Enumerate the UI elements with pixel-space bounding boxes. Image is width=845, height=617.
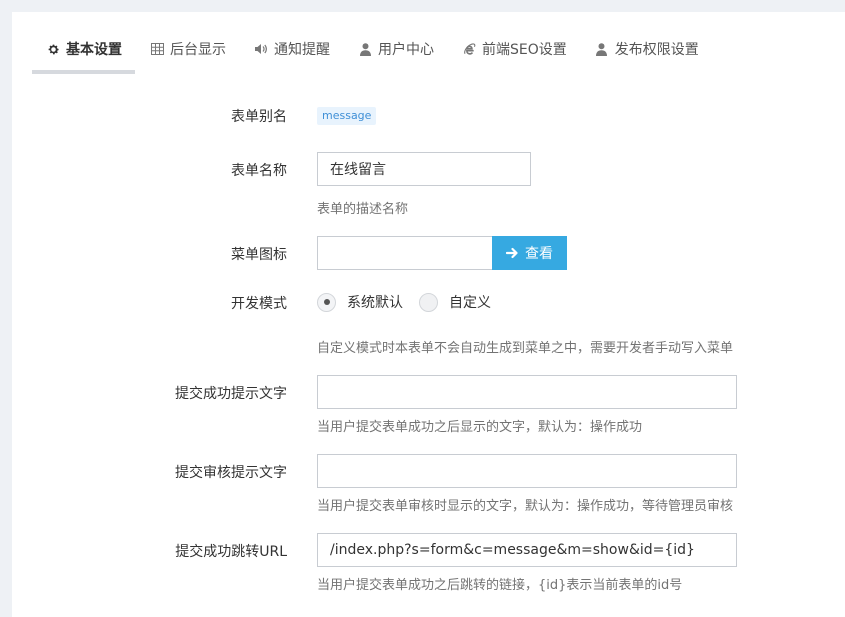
user-icon: [358, 42, 372, 56]
name-help: 表单的描述名称: [317, 202, 409, 217]
tab-notifications[interactable]: 通知提醒: [240, 36, 344, 62]
review-text-input[interactable]: [317, 454, 737, 488]
internet-explorer-icon: [462, 42, 476, 56]
tab-user-center[interactable]: 用户中心: [344, 36, 448, 62]
radio-label: 系统默认: [347, 295, 403, 311]
tab-label: 基本设置: [66, 42, 122, 58]
view-icons-button[interactable]: 查看: [492, 236, 567, 270]
success-text-help: 当用户提交表单成功之后显示的文字，默认为：操作成功: [317, 420, 643, 435]
tab-label: 用户中心: [378, 42, 434, 58]
alias-label: 表单别名: [231, 109, 287, 125]
radio-button-unchecked[interactable]: [419, 292, 438, 312]
dev-mode-label: 开发模式: [231, 296, 287, 312]
redirect-url-input[interactable]: [317, 533, 737, 567]
arrow-right-icon: [506, 247, 519, 259]
tab-backend-display[interactable]: 后台显示: [136, 36, 240, 62]
settings-panel: 基本设置 后台显示 通知提醒 用户中心 前端SEO设置 发布权限设置 表单别名 …: [12, 12, 845, 617]
radio-button-checked[interactable]: [317, 292, 336, 312]
tab-label: 后台显示: [170, 42, 226, 58]
table-icon: [150, 42, 164, 56]
success-text-label: 提交成功提示文字: [175, 386, 287, 402]
radio-system-default[interactable]: 系统默认: [317, 292, 403, 312]
menu-icon-input[interactable]: [317, 236, 493, 270]
tab-basic-settings[interactable]: 基本设置: [32, 36, 136, 62]
gear-icon: [46, 42, 60, 56]
user-icon: [595, 42, 609, 56]
redirect-url-label: 提交成功跳转URL: [175, 544, 287, 560]
tab-frontend-seo[interactable]: 前端SEO设置: [448, 36, 581, 62]
dev-mode-help: 自定义模式时本表单不会自动生成到菜单之中，需要开发者手动写入菜单: [317, 341, 734, 356]
radio-custom[interactable]: 自定义: [419, 292, 491, 312]
menu-icon-label: 菜单图标: [231, 247, 287, 263]
review-text-label: 提交审核提示文字: [175, 465, 287, 481]
tab-label: 发布权限设置: [614, 42, 699, 58]
tab-label: 通知提醒: [274, 42, 330, 58]
tab-publish-permissions[interactable]: 发布权限设置: [581, 36, 713, 62]
active-tab-indicator: [32, 70, 135, 74]
alias-badge: message: [317, 107, 377, 125]
name-input[interactable]: [317, 152, 531, 186]
redirect-url-help: 当用户提交表单成功之后跳转的链接，{id}表示当前表单的id号: [317, 578, 683, 593]
success-text-input[interactable]: [317, 375, 737, 409]
dev-mode-radio-group: 系统默认 自定义: [317, 291, 733, 313]
radio-label: 自定义: [449, 295, 491, 311]
review-text-help: 当用户提交表单审核时显示的文字，默认为：操作成功，等待管理员审核: [317, 499, 734, 514]
volume-icon: [254, 42, 268, 56]
name-label: 表单名称: [231, 163, 287, 179]
tab-label: 前端SEO设置: [482, 42, 567, 58]
view-button-label: 查看: [525, 246, 553, 262]
